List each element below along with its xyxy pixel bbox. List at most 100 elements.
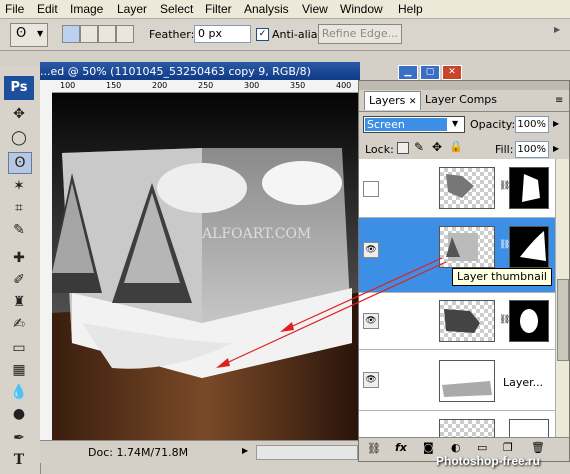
layer-mask-thumbnail[interactable] [509,167,549,209]
menu-image[interactable]: Image [70,2,103,16]
gradient-tool-icon[interactable]: ▦ [8,360,30,380]
link-layers-icon[interactable]: ⛓ [367,442,381,455]
crop-tool-icon[interactable]: ⌗ [8,198,30,218]
layer-row[interactable] [359,411,555,437]
menu-help[interactable]: Help [398,2,423,16]
panel-header [359,81,569,90]
antialias-checkbox[interactable]: ✓ [256,28,269,41]
fill-input[interactable]: 100% [515,141,549,158]
feather-input[interactable]: 0 px [194,25,251,43]
layer-thumbnail[interactable] [439,226,495,268]
minimize-button[interactable]: ▁ [398,65,418,80]
pen-tool-icon[interactable]: ✒ [8,428,30,448]
lock-transparent-icon[interactable] [397,142,409,154]
status-bar: Doc: 1.74M/71.8M ▶ [40,440,360,463]
new-layer-icon[interactable]: ❐ [503,441,513,454]
image-canvas[interactable]: ALFOART.COM [52,93,358,440]
lock-pixels-icon[interactable]: ✎ [414,140,424,154]
fx-icon[interactable]: fx [395,441,407,454]
layer-thumbnail[interactable] [439,360,495,402]
canvas-artwork: ALFOART.COM [52,93,358,440]
menu-select[interactable]: Select [160,2,193,16]
maximize-button[interactable]: ▢ [420,65,440,80]
new-group-icon[interactable]: ▭ [477,441,487,454]
layer-mask-thumbnail[interactable] [509,300,549,342]
tools-panel: Ps ✥ ◯ ʘ ✶ ⌗ ✎ ✚ ✐ ♜ ✍ ▭ ▦ 💧 ● ✒ T [0,66,41,474]
move-tool-icon[interactable]: ✥ [8,104,30,124]
thumbnail-art [444,309,480,333]
dodge-tool-icon[interactable]: ● [8,404,30,424]
subtract-selection-button[interactable] [98,25,116,43]
menu-edit[interactable]: Edit [37,2,58,16]
status-arrow-icon[interactable]: ▶ [242,446,248,455]
tool-preset-picker[interactable]: ʘ ▼ [10,23,48,47]
slice-tool-icon[interactable]: ✎ [8,220,30,240]
opacity-slider-icon[interactable]: ▶ [553,119,559,128]
mask-art [520,309,538,333]
feather-label: Feather: [149,28,195,41]
marquee-tool-icon[interactable]: ◯ [8,128,30,148]
refine-edge-button[interactable]: Refine Edge... [318,24,402,44]
blend-mode-select[interactable]: Screen ▼ [363,116,465,133]
horizontal-scrollbar[interactable] [256,445,358,460]
options-bar: ʘ ▼ Feather: 0 px ✓ Anti-alias Refine Ed… [0,19,570,51]
layer-row[interactable]: ⛓ [359,159,555,218]
menu-view[interactable]: View [302,2,328,16]
layer-row[interactable]: 👁 Layer... [359,350,555,411]
panel-menu-icon[interactable]: ≡ [555,95,563,106]
lasso-tool-icon[interactable]: ʘ [8,152,32,174]
menu-window[interactable]: Window [340,2,383,16]
menu-layer[interactable]: Layer [117,2,147,16]
layer-row[interactable]: 👁 ⛓ [359,293,555,350]
eraser-tool-icon[interactable]: ▭ [8,338,30,358]
fill-label: Fill: [495,143,514,156]
ruler-tick: 350 [290,81,306,90]
menu-analysis[interactable]: Analysis [244,2,289,16]
fill-slider-icon[interactable]: ▶ [553,144,559,153]
delete-layer-icon[interactable]: 🗑 [531,441,545,454]
lock-position-icon[interactable]: ✥ [432,140,442,154]
layer-mask-thumbnail[interactable] [509,226,549,268]
antialias-label: Anti-alias [272,28,324,41]
type-tool-icon[interactable]: T [8,450,30,470]
visibility-toggle[interactable] [363,181,379,197]
layers-scrollbar[interactable] [555,159,569,437]
tab-layers[interactable]: Layers ✕ [364,91,422,110]
brush-tool-icon[interactable]: ✐ [8,270,30,290]
layer-thumbnail[interactable] [439,419,495,437]
adjustment-layer-icon[interactable]: ◐ [451,441,461,454]
layer-thumbnail[interactable] [439,167,495,209]
opacity-input[interactable]: 100% [515,116,549,133]
doc-size: Doc: 1.74M/71.8M [88,446,189,459]
add-mask-icon[interactable]: ◙ [423,441,434,454]
menu-filter[interactable]: Filter [205,2,232,16]
tooltip: Layer thumbnail [452,268,552,286]
blur-tool-icon[interactable]: 💧 [8,382,30,402]
mask-art [520,231,546,261]
close-tab-icon[interactable]: ✕ [409,97,417,107]
tab-layer-comps[interactable]: Layer Comps [421,91,501,109]
healing-brush-icon[interactable]: ✚ [8,248,30,268]
lock-all-icon[interactable]: 🔒 [449,140,463,153]
ruler-tick: 400 [336,81,352,90]
layer-thumbnail[interactable] [439,300,495,342]
layer-mask-thumbnail[interactable] [509,419,549,437]
new-selection-button[interactable] [62,25,80,43]
magic-wand-icon[interactable]: ✶ [8,176,30,196]
mask-art [522,174,540,202]
clone-stamp-icon[interactable]: ♜ [8,292,30,312]
history-brush-icon[interactable]: ✍ [8,314,30,334]
eye-icon[interactable]: 👁 [363,313,379,329]
layers-list: ⛓ 👁 ⛓ 👁 ⛓ 👁 Layer... [359,159,555,437]
panel-arrows-icon: ▶ [554,25,561,34]
eye-icon[interactable]: 👁 [363,242,379,258]
menu-file[interactable]: File [5,2,24,16]
thumbnail-art [442,381,492,397]
chevron-down-icon: ▼ [452,119,459,128]
layer-name: Layer... [503,376,544,389]
close-button[interactable]: ✕ [442,65,462,80]
scroll-thumb[interactable] [557,279,569,361]
add-selection-button[interactable] [80,25,98,43]
intersect-selection-button[interactable] [116,25,134,43]
eye-icon[interactable]: 👁 [363,372,379,388]
